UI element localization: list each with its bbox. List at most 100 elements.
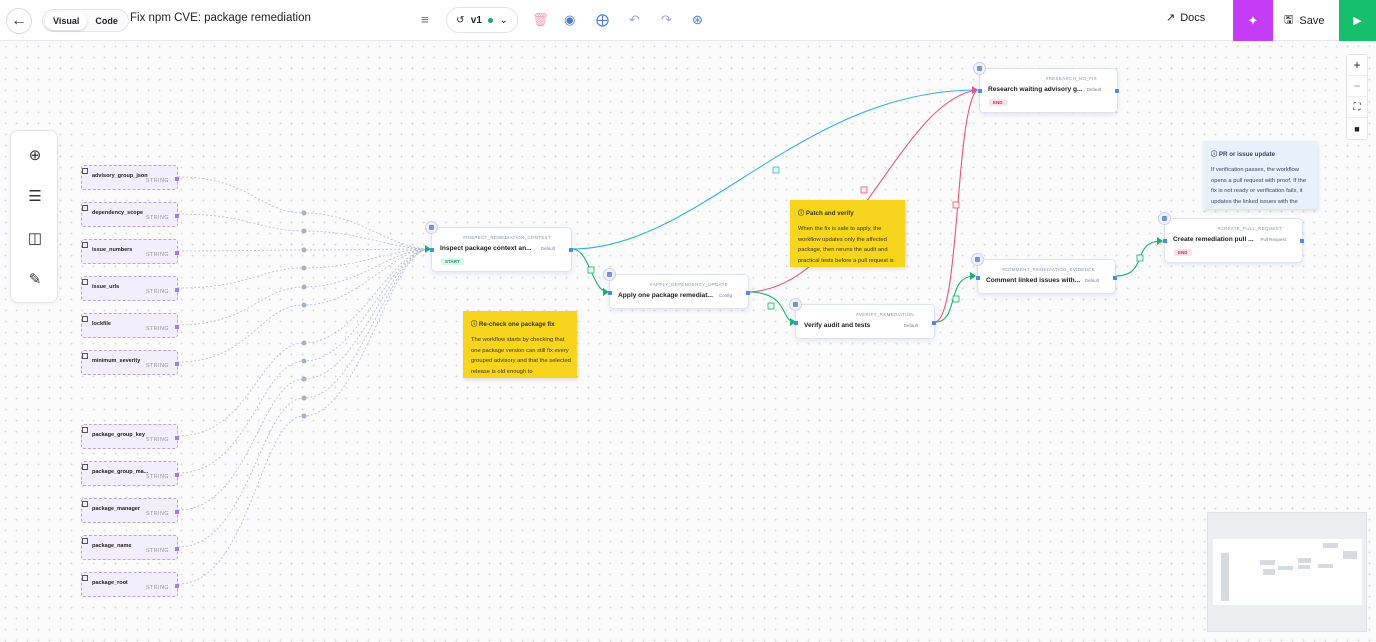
node-type-icon: ▩ bbox=[1158, 212, 1171, 225]
variable-icon bbox=[82, 279, 88, 285]
node-apply-dependency-update[interactable]: ▩ #APPLY_DEPENDENCY_UPDATE Apply one pac… bbox=[603, 268, 750, 309]
input-port[interactable] bbox=[608, 291, 612, 295]
output-port[interactable] bbox=[1300, 239, 1304, 243]
output-port[interactable] bbox=[175, 214, 179, 218]
input-name: package_name bbox=[92, 543, 132, 549]
variable-icon bbox=[82, 316, 88, 322]
note-header: ⓘ PR or issue update bbox=[1211, 149, 1275, 158]
input-node[interactable]: package_manager STRING bbox=[81, 498, 179, 523]
input-node[interactable]: dependency_scope STRING bbox=[81, 202, 179, 227]
variable-icon bbox=[82, 168, 88, 174]
input-node[interactable]: lockfile STRING bbox=[81, 313, 179, 338]
input-name: lockfile bbox=[92, 321, 111, 327]
node-inspect-remediation-context[interactable]: ▩ #INSPECT_REMEDIATION_CONTEXT Inspect p… bbox=[425, 221, 573, 272]
output-port[interactable] bbox=[175, 251, 179, 255]
output-port[interactable] bbox=[175, 510, 179, 514]
sticky-note-recheck[interactable]: ⓘ Re-check one package fix The workflow … bbox=[463, 311, 577, 378]
input-port[interactable] bbox=[978, 89, 982, 93]
input-port[interactable] bbox=[430, 248, 434, 252]
output-port[interactable] bbox=[175, 362, 179, 366]
input-type: STRING bbox=[145, 289, 169, 295]
variable-icon bbox=[82, 427, 88, 433]
variable-icon bbox=[82, 575, 88, 581]
minimap-node bbox=[1298, 558, 1311, 563]
minimap-viewport[interactable] bbox=[1213, 539, 1362, 605]
node-title: Create remediation pull ... bbox=[1173, 236, 1254, 243]
node-title: Research waiting advisory g... bbox=[988, 86, 1083, 93]
variable-icon bbox=[82, 538, 88, 544]
input-name: issue_numbers bbox=[92, 247, 133, 253]
output-port[interactable] bbox=[175, 177, 179, 181]
input-type: STRING bbox=[145, 215, 169, 221]
node-type-icon: ▩ bbox=[425, 221, 438, 234]
lock-icon[interactable]: ■ bbox=[1347, 118, 1367, 139]
note-title: Patch and verify bbox=[805, 210, 854, 217]
note-body: If verification passes, the workflow ope… bbox=[1211, 167, 1307, 205]
end-badge: END bbox=[989, 99, 1007, 106]
input-node[interactable]: minimum_severity STRING bbox=[81, 350, 179, 375]
output-port[interactable] bbox=[175, 436, 179, 440]
node-comment-remediation-evidence[interactable]: ▩ #COMMENT_REMEDIATION_EVIDENCE Comment … bbox=[971, 253, 1117, 294]
output-port[interactable] bbox=[932, 321, 936, 325]
node-type-icon: ▩ bbox=[973, 62, 986, 75]
node-create-pull-request[interactable]: ▩ #CREATE_PULL_REQUEST Create remediatio… bbox=[1158, 212, 1304, 263]
input-node[interactable]: issue_numbers STRING bbox=[81, 239, 179, 264]
input-port[interactable] bbox=[794, 321, 798, 325]
node-branch: Default bbox=[1086, 87, 1101, 92]
end-badge: END bbox=[1174, 249, 1192, 256]
connection-wires bbox=[177, 86, 1163, 585]
input-port[interactable] bbox=[976, 276, 980, 280]
input-name: package_manager bbox=[92, 506, 140, 512]
input-node[interactable]: package_group_key STRING bbox=[81, 424, 179, 449]
output-port[interactable] bbox=[175, 584, 179, 588]
sticky-note-patch[interactable]: ⓘ Patch and verify When the fix is safe … bbox=[790, 200, 905, 267]
input-node[interactable]: issue_urls STRING bbox=[81, 276, 179, 301]
input-node[interactable]: package_root STRING bbox=[81, 572, 179, 597]
input-node[interactable]: package_group_ma... STRING bbox=[81, 461, 179, 486]
fit-view-icon[interactable]: ⛶ bbox=[1347, 97, 1367, 118]
database-icon[interactable]: ◫ bbox=[25, 228, 45, 248]
node-research-no-fix[interactable]: ▩ #RESEARCH_NO_FIX Research waiting advi… bbox=[973, 62, 1119, 113]
input-name: advisory_group_json bbox=[92, 173, 148, 179]
output-port[interactable] bbox=[175, 547, 179, 551]
input-port[interactable] bbox=[1163, 239, 1167, 243]
input-type: STRING bbox=[145, 548, 169, 554]
note-title: Re-check one package fix bbox=[478, 321, 555, 328]
minimap[interactable] bbox=[1207, 512, 1367, 632]
minimap-node bbox=[1298, 565, 1310, 569]
node-branch: Default bbox=[1084, 278, 1099, 283]
note-title: PR or issue update bbox=[1218, 151, 1275, 158]
minimap-node bbox=[1263, 569, 1275, 575]
zoom-out-icon[interactable]: − bbox=[1347, 76, 1367, 97]
variable-icon bbox=[82, 242, 88, 248]
node-id: #RESEARCH_NO_FIX bbox=[1045, 76, 1097, 81]
output-port[interactable] bbox=[1113, 276, 1117, 280]
minimap-node bbox=[1318, 564, 1333, 568]
input-type: STRING bbox=[145, 252, 169, 258]
input-node[interactable]: advisory_group_json STRING bbox=[81, 165, 179, 190]
node-verify-remediation[interactable]: ▩ #VERIFY_REMEDIATION Verify audit and t… bbox=[789, 298, 936, 339]
input-type: STRING bbox=[145, 326, 169, 332]
add-node-icon[interactable]: ⊕ bbox=[25, 145, 45, 165]
output-port[interactable] bbox=[175, 288, 179, 292]
input-type: STRING bbox=[145, 437, 169, 443]
node-branch: Default bbox=[903, 323, 918, 328]
sticky-note-pr[interactable]: ⓘ PR or issue update If verification pas… bbox=[1203, 141, 1317, 209]
note-header: ⓘ Patch and verify bbox=[798, 208, 854, 217]
sliders-icon[interactable]: ☰ bbox=[25, 186, 45, 206]
node-branch: Default bbox=[540, 246, 555, 251]
start-badge: START bbox=[441, 258, 464, 265]
input-type: STRING bbox=[145, 474, 169, 480]
info-icon: ⓘ bbox=[471, 321, 478, 328]
node-title: Comment linked issues with... bbox=[986, 277, 1081, 284]
minimap-node bbox=[1260, 560, 1275, 565]
zoom-in-icon[interactable]: + bbox=[1347, 55, 1367, 76]
output-port[interactable] bbox=[746, 291, 750, 295]
input-type: STRING bbox=[145, 511, 169, 517]
output-port[interactable] bbox=[569, 248, 573, 252]
output-port[interactable] bbox=[1115, 89, 1119, 93]
input-node[interactable]: package_name STRING bbox=[81, 535, 179, 560]
output-port[interactable] bbox=[175, 473, 179, 477]
output-port[interactable] bbox=[175, 325, 179, 329]
edit-file-icon[interactable]: ✎ bbox=[25, 269, 45, 289]
